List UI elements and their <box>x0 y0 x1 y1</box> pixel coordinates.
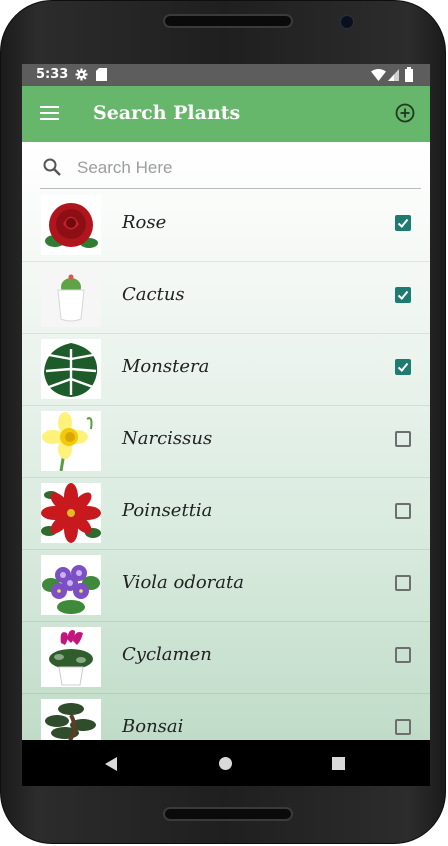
plant-checkbox[interactable] <box>395 287 411 303</box>
plant-name: Bonsai <box>122 716 184 737</box>
plant-name: Rose <box>122 212 167 233</box>
plant-row-rose[interactable]: Rose <box>22 190 430 262</box>
search-input[interactable] <box>77 156 407 180</box>
plant-list: Rose Cactus Monstera Narcissus Poinsetti… <box>22 190 430 740</box>
front-camera <box>340 15 354 29</box>
search-bar <box>40 150 421 189</box>
plant-name: Narcissus <box>122 428 213 449</box>
plant-row-poinsettia[interactable]: Poinsettia <box>22 478 430 550</box>
status-time: 5:33 <box>36 67 69 82</box>
wifi-icon <box>371 69 386 81</box>
home-icon[interactable] <box>218 756 233 771</box>
plant-list-content: Rose Cactus <box>22 142 430 740</box>
viola-odorata-image <box>41 555 101 615</box>
plant-checkbox[interactable] <box>395 431 411 447</box>
navigation-bar <box>22 740 430 786</box>
search-icon <box>43 158 61 176</box>
back-icon[interactable] <box>103 756 119 772</box>
plant-checkbox[interactable] <box>395 647 411 663</box>
plant-name: Viola odorata <box>122 572 244 593</box>
add-circle-icon[interactable] <box>395 103 415 123</box>
bonsai-image <box>41 699 101 740</box>
battery-icon <box>405 67 413 82</box>
recents-icon[interactable] <box>331 756 346 771</box>
plant-row-viola-odorata[interactable]: Viola odorata <box>22 550 430 622</box>
plant-name: Poinsettia <box>122 500 213 521</box>
check-icon <box>397 218 409 228</box>
cyclamen-image <box>41 627 101 687</box>
sd-card-icon <box>96 68 107 81</box>
plant-name: Cyclamen <box>122 644 212 665</box>
plant-name: Cactus <box>122 284 185 305</box>
status-bar: 5:33 <box>22 64 430 86</box>
bottom-speaker <box>163 807 293 821</box>
cactus-image <box>41 267 101 327</box>
check-icon <box>397 362 409 372</box>
plant-row-bonsai[interactable]: Bonsai <box>22 694 430 740</box>
plant-row-cactus[interactable]: Cactus <box>22 262 430 334</box>
plant-checkbox[interactable] <box>395 719 411 735</box>
plant-row-monstera[interactable]: Monstera <box>22 334 430 406</box>
check-icon <box>397 290 409 300</box>
page-title: Search Plants <box>93 102 241 124</box>
screen: 5:33 Search Plants Search Here Rose Cact… <box>22 64 430 786</box>
phone-frame: 5:33 Search Plants Search Here Rose Cact… <box>0 0 446 844</box>
menu-icon[interactable] <box>40 106 59 120</box>
signal-icon <box>388 69 399 81</box>
plant-row-narcissus[interactable]: Narcissus <box>22 406 430 478</box>
narcissus-image <box>41 411 101 471</box>
poinsettia-image <box>41 483 101 543</box>
plant-name: Monstera <box>122 356 210 377</box>
monstera-image <box>41 339 101 399</box>
plant-checkbox[interactable] <box>395 503 411 519</box>
app-bar: Search Plants <box>22 86 430 142</box>
rose-image <box>41 195 101 255</box>
plant-row-cyclamen[interactable]: Cyclamen <box>22 622 430 694</box>
top-speaker <box>163 14 293 28</box>
plant-checkbox[interactable] <box>395 359 411 375</box>
plant-checkbox[interactable] <box>395 575 411 591</box>
settings-icon <box>75 68 88 81</box>
plant-checkbox[interactable] <box>395 215 411 231</box>
